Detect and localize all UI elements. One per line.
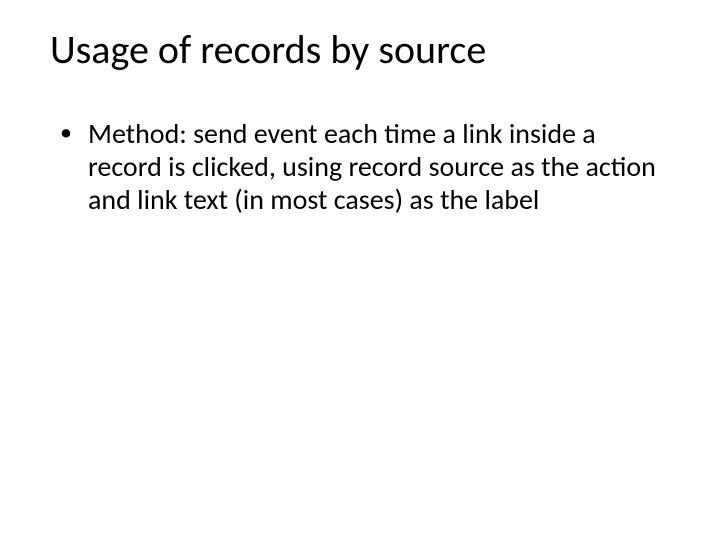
bullet-list: Method: send event each time a link insi…	[60, 117, 670, 216]
slide-body: Method: send event each time a link insi…	[50, 117, 670, 216]
list-item: Method: send event each time a link insi…	[60, 117, 670, 216]
slide: Usage of records by source Method: send …	[0, 0, 720, 540]
slide-title: Usage of records by source	[50, 28, 670, 72]
bullet-text: Method: send event each time a link insi…	[88, 116, 656, 217]
